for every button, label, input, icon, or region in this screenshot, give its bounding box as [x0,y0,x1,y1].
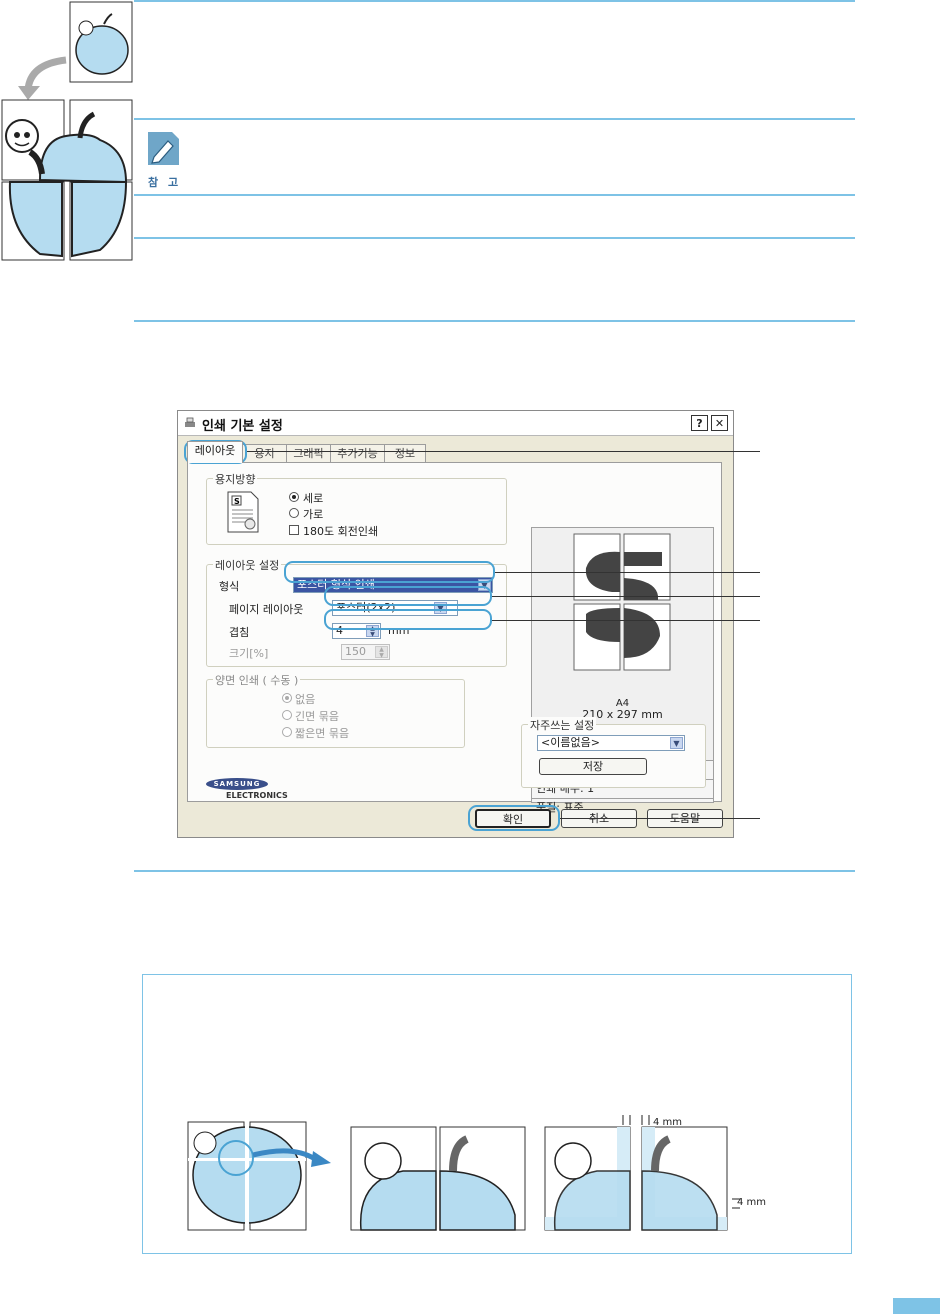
tab-paper[interactable]: 용지 [242,444,287,462]
callout-ok-button [468,805,560,831]
favorites-group: 자주쓰는 설정 <이름없음> ▼ 저장 [521,717,706,788]
tab-layout[interactable]: 레이아웃 [187,441,243,463]
duplex-long-edge-radio[interactable] [282,710,292,720]
duplex-short-edge-radio[interactable] [282,727,292,737]
size-spinner: 150 ▲ ▼ [341,644,390,660]
callout-overlap [324,609,492,630]
orientation-group-title: 용지방향 [213,471,258,487]
orientation-group: 용지방향 S 세로 가로 180도 회전인쇄 [206,471,507,545]
type-label: 형식 [219,580,240,593]
size-label: 크기[%] [229,647,269,660]
spin-arrows-icon: ▲ ▼ [375,646,388,659]
duplex-group-title: 양면 인쇄 ( 수동 ) [213,672,301,688]
printer-icon [185,417,195,427]
overlap-illustration [187,1115,740,1231]
samsung-logo-sub: ELECTRONICS [226,791,288,800]
poster-illustration [1,1,133,261]
chevron-down-icon: ▼ [670,737,683,749]
size-value: 150 [345,645,366,658]
save-favorite-button[interactable]: 저장 [539,758,647,775]
dialog-title: 인쇄 기본 설정 [202,419,283,434]
leader-line [560,818,760,819]
page-layout-label: 페이지 레이아웃 [229,603,304,616]
help-title-button[interactable]: ? [691,415,708,431]
rule [134,237,855,239]
preview-tiles [573,533,671,671]
rule [134,870,855,872]
rule [134,194,855,196]
samsung-logo-mark: SAMSUNG [206,778,268,790]
callout-page-layout [324,586,492,606]
overlap-width-label: 4 mm [653,1117,683,1128]
duplex-group: 양면 인쇄 ( 수동 ) 없음 긴면 묶음 짧은면 묶음 [206,672,465,748]
overlap-height-label: 4 mm [737,1197,767,1208]
landscape-radio[interactable] [289,508,299,518]
rotate-180-label: 180도 회전인쇄 [303,525,379,538]
samsung-logo: SAMSUNG ELECTRONICS [206,778,288,800]
landscape-label: 가로 [303,508,324,521]
pencil-icon [148,132,179,165]
duplex-none-radio[interactable] [282,693,292,703]
rotate-180-checkbox[interactable] [289,525,299,535]
tab-about[interactable]: 정보 [384,444,426,462]
rule [134,320,855,322]
document-icon: S [227,491,259,533]
page-tab [893,1298,940,1314]
tab-graphics[interactable]: 그래픽 [286,444,331,462]
portrait-radio[interactable] [289,492,299,502]
tab-extras[interactable]: 추가기능 [330,444,385,462]
note-label: 참 고 [148,176,182,189]
curved-arrow-icon [24,56,67,91]
overlap-label: 겹침 [229,626,250,639]
close-title-button[interactable]: ✕ [711,415,728,431]
quality-row: 품질: 표준 [531,799,714,814]
svg-text:S: S [234,497,240,506]
favorites-select[interactable]: <이름없음> ▼ [537,735,685,751]
favorites-group-title: 자주쓰는 설정 [528,717,597,733]
leader-line [495,572,760,573]
overlap-figure: 4 mm 4 mm [142,974,852,1254]
leader-line [492,620,760,621]
duplex-none-label: 없음 [295,693,316,706]
rule [134,0,855,2]
layout-options-group-title: 레이아웃 설정 [213,557,282,573]
leader-line [492,596,760,597]
callout-type-select [284,561,495,583]
favorites-value: <이름없음> [541,736,600,749]
portrait-label: 세로 [303,492,324,505]
rule [134,118,855,120]
leader-line [247,451,760,452]
duplex-short-edge-label: 짧은면 묶음 [295,727,350,740]
dialog-titlebar: 인쇄 기본 설정 ? ✕ [178,411,733,436]
duplex-long-edge-label: 긴면 묶음 [295,710,339,723]
tiled-pages [1,99,133,261]
